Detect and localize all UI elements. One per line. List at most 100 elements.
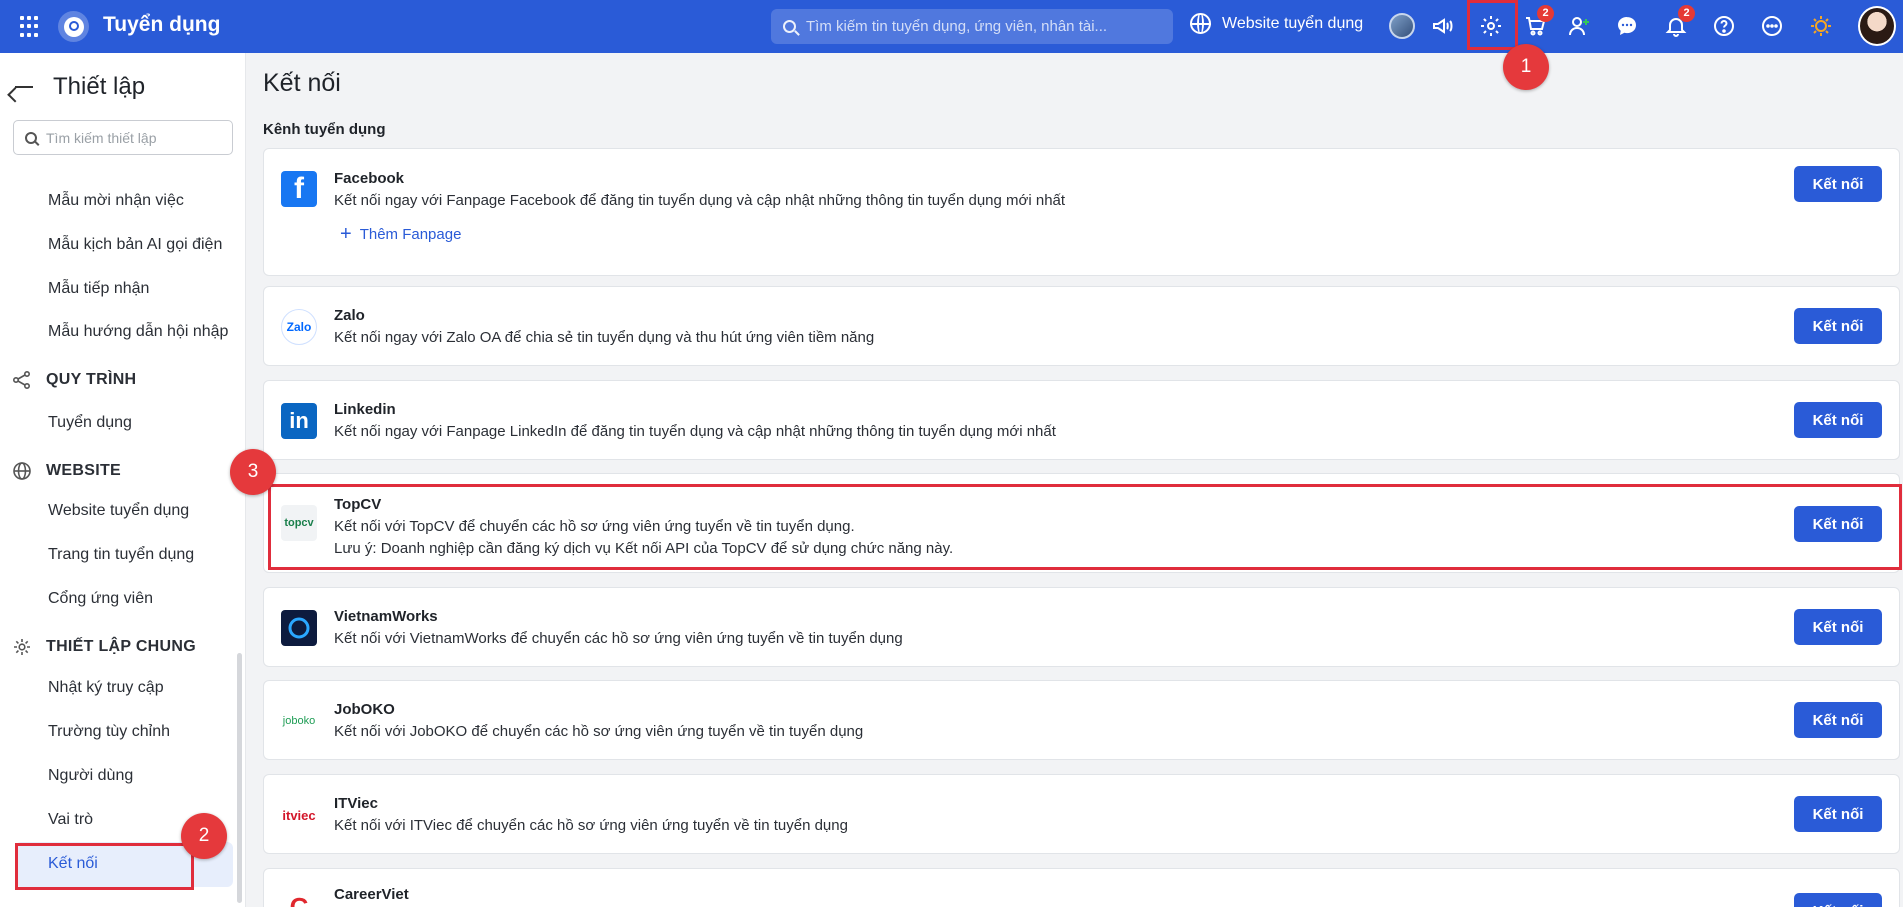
user-avatar[interactable] [1858,6,1896,46]
search-icon [783,20,796,33]
channel-card-facebook: f Facebook Kết nối ngay với Fanpage Face… [263,148,1900,276]
app-grid-icon[interactable] [20,16,42,38]
channel-card-topcv: topcv TopCV Kết nối với TopCV để chuyển … [263,473,1900,573]
sidebar-item-offer-template[interactable]: Mẫu mời nhận việc [48,192,184,210]
joboko-logo-icon: joboko [281,703,317,739]
back-arrow-icon[interactable] [14,78,36,96]
sidebar-item-connections[interactable]: Kết nối [48,855,98,873]
sidebar-item-receiving-template[interactable]: Mẫu tiếp nhận [48,280,149,298]
sidebar-section-process: QUY TRÌNH [12,370,136,390]
itviec-logo-icon: itviec [281,797,317,833]
channel-description: Kết nối ngay với Fanpage Facebook để đăn… [334,192,1066,209]
connect-button-itviec[interactable]: Kết nối [1794,796,1882,832]
sidebar-section-process-label: QUY TRÌNH [46,371,137,388]
sidebar-item-recruitment-process[interactable]: Tuyển dụng [48,414,132,432]
sidebar-item-custom-fields[interactable]: Trường tùy chỉnh [48,723,170,741]
sidebar-item-ai-call-template[interactable]: Mẫu kịch bản AI gọi điện [48,236,222,254]
channel-card-zalo: Zalo Zalo Kết nối ngay với Zalo OA để ch… [263,286,1900,366]
connect-button-joboko[interactable]: Kết nối [1794,702,1882,738]
brand-logo-icon [58,11,89,42]
topcv-logo-icon: topcv [281,505,317,541]
sidebar-section-general-label: THIẾT LẬP CHUNG [46,638,196,655]
linkedin-logo-icon: in [281,403,317,439]
bell-icon[interactable]: 2 [1661,5,1695,41]
vietnamworks-logo-icon [281,610,317,646]
notification-badge: 2 [1678,5,1695,22]
channel-name: CareerViet [334,886,409,903]
channel-card-careerviet: C CareerViet Kết nối [263,868,1900,907]
connect-button-topcv[interactable]: Kết nối [1794,506,1882,542]
chat-icon[interactable] [1612,11,1642,41]
bot-avatar[interactable] [1389,13,1415,39]
brand-name[interactable]: Tuyển dụng [103,13,220,37]
main-content: Kết nối Kênh tuyển dụng f Facebook Kết n… [247,53,1903,907]
channel-card-itviec: itviec ITViec Kết nối với ITViec để chuy… [263,774,1900,854]
channel-description: Kết nối với JobOKO để chuyển các hồ sơ ứ… [334,723,864,740]
add-user-icon[interactable] [1564,11,1594,41]
section-title: Kênh tuyển dụng [263,121,386,138]
sidebar-item-candidate-portal[interactable]: Cổng ứng viên [48,590,153,608]
careerviet-logo-icon: C [281,889,317,907]
channel-description: Kết nối ngay với Zalo OA để chia sẻ tin … [334,329,875,346]
channel-name: Linkedin [334,401,396,418]
cart-icon[interactable]: 2 [1520,5,1554,41]
facebook-logo-icon: f [281,171,317,207]
gear-icon [14,639,30,655]
globe-icon [13,462,31,480]
sidebar-title: Thiết lập [53,73,146,100]
sidebar-item-job-page[interactable]: Trang tin tuyển dụng [48,546,194,564]
connect-button-vietnamworks[interactable]: Kết nối [1794,609,1882,645]
add-fanpage-link[interactable]: + Thêm Fanpage [340,224,461,244]
sidebar-item-access-log[interactable]: Nhật ký truy cập [48,679,164,697]
sidebar-search[interactable] [13,120,233,155]
channel-note: Lưu ý: Doanh nghiệp cần đăng ký dịch vụ … [334,540,954,557]
award-icon[interactable] [1806,11,1836,41]
add-fanpage-label: Thêm Fanpage [359,225,462,243]
annotation-marker-3: 3 [230,449,276,495]
sidebar-search-input[interactable] [46,129,216,146]
sidebar-item-onboarding-template[interactable]: Mẫu hướng dẫn hội nhập [48,323,228,341]
top-bar: Tuyển dụng Website tuyển dụng 2 2 [0,0,1903,53]
channel-description: Kết nối với TopCV để chuyển các hồ sơ ứn… [334,518,855,535]
annotation-marker-2: 2 [181,813,227,859]
connect-button-zalo[interactable]: Kết nối [1794,308,1882,344]
zalo-logo-icon: Zalo [281,309,317,345]
sidebar-section-website-label: WEBSITE [46,462,121,479]
connect-button-linkedin[interactable]: Kết nối [1794,402,1882,438]
channel-name: Zalo [334,307,365,324]
connect-button-facebook[interactable]: Kết nối [1794,166,1882,202]
search-icon [25,131,37,144]
cart-badge: 2 [1537,5,1554,22]
channel-card-vietnamworks: VietnamWorks Kết nối với VietnamWorks để… [263,587,1900,667]
channel-name: TopCV [334,496,382,513]
channel-description: Kết nối với VietnamWorks để chuyển các h… [334,630,903,647]
gear-icon[interactable] [1476,11,1506,41]
channel-name: ITViec [334,795,378,812]
channel-description: Kết nối với ITViec để chuyển các hồ sơ ứ… [334,817,848,834]
settings-sidebar: Thiết lập Mẫu mời nhận việc Mẫu kịch bản… [0,53,246,907]
sidebar-section-website: WEBSITE [12,461,121,481]
connect-button-careerviet[interactable]: Kết nối [1794,893,1882,907]
sidebar-item-roles[interactable]: Vai trò [48,811,93,829]
more-icon[interactable] [1757,11,1787,41]
help-icon[interactable] [1709,11,1739,41]
channel-name: VietnamWorks [334,608,438,625]
sidebar-scrollbar[interactable] [237,653,242,903]
megaphone-icon[interactable] [1428,11,1458,41]
global-search[interactable] [771,9,1173,44]
sidebar-section-general: THIẾT LẬP CHUNG [12,637,196,657]
globe-icon [1190,13,1211,34]
channel-name: Facebook [334,170,405,187]
sidebar-item-users[interactable]: Người dùng [48,767,133,785]
website-link[interactable]: Website tuyển dụng [1190,13,1363,34]
page-title: Kết nối [263,69,341,97]
global-search-input[interactable] [806,18,1166,35]
channel-description: Kết nối ngay với Fanpage LinkedIn để đăn… [334,423,1056,440]
workflow-icon [12,370,31,390]
sidebar-item-recruitment-website[interactable]: Website tuyển dụng [48,502,189,520]
website-link-label: Website tuyển dụng [1222,14,1364,32]
plus-icon: + [340,223,352,245]
channel-card-joboko: joboko JobOKO Kết nối với JobOKO để chuy… [263,680,1900,760]
channel-name: JobOKO [334,701,395,718]
channel-card-linkedin: in Linkedin Kết nối ngay với Fanpage Lin… [263,380,1900,460]
